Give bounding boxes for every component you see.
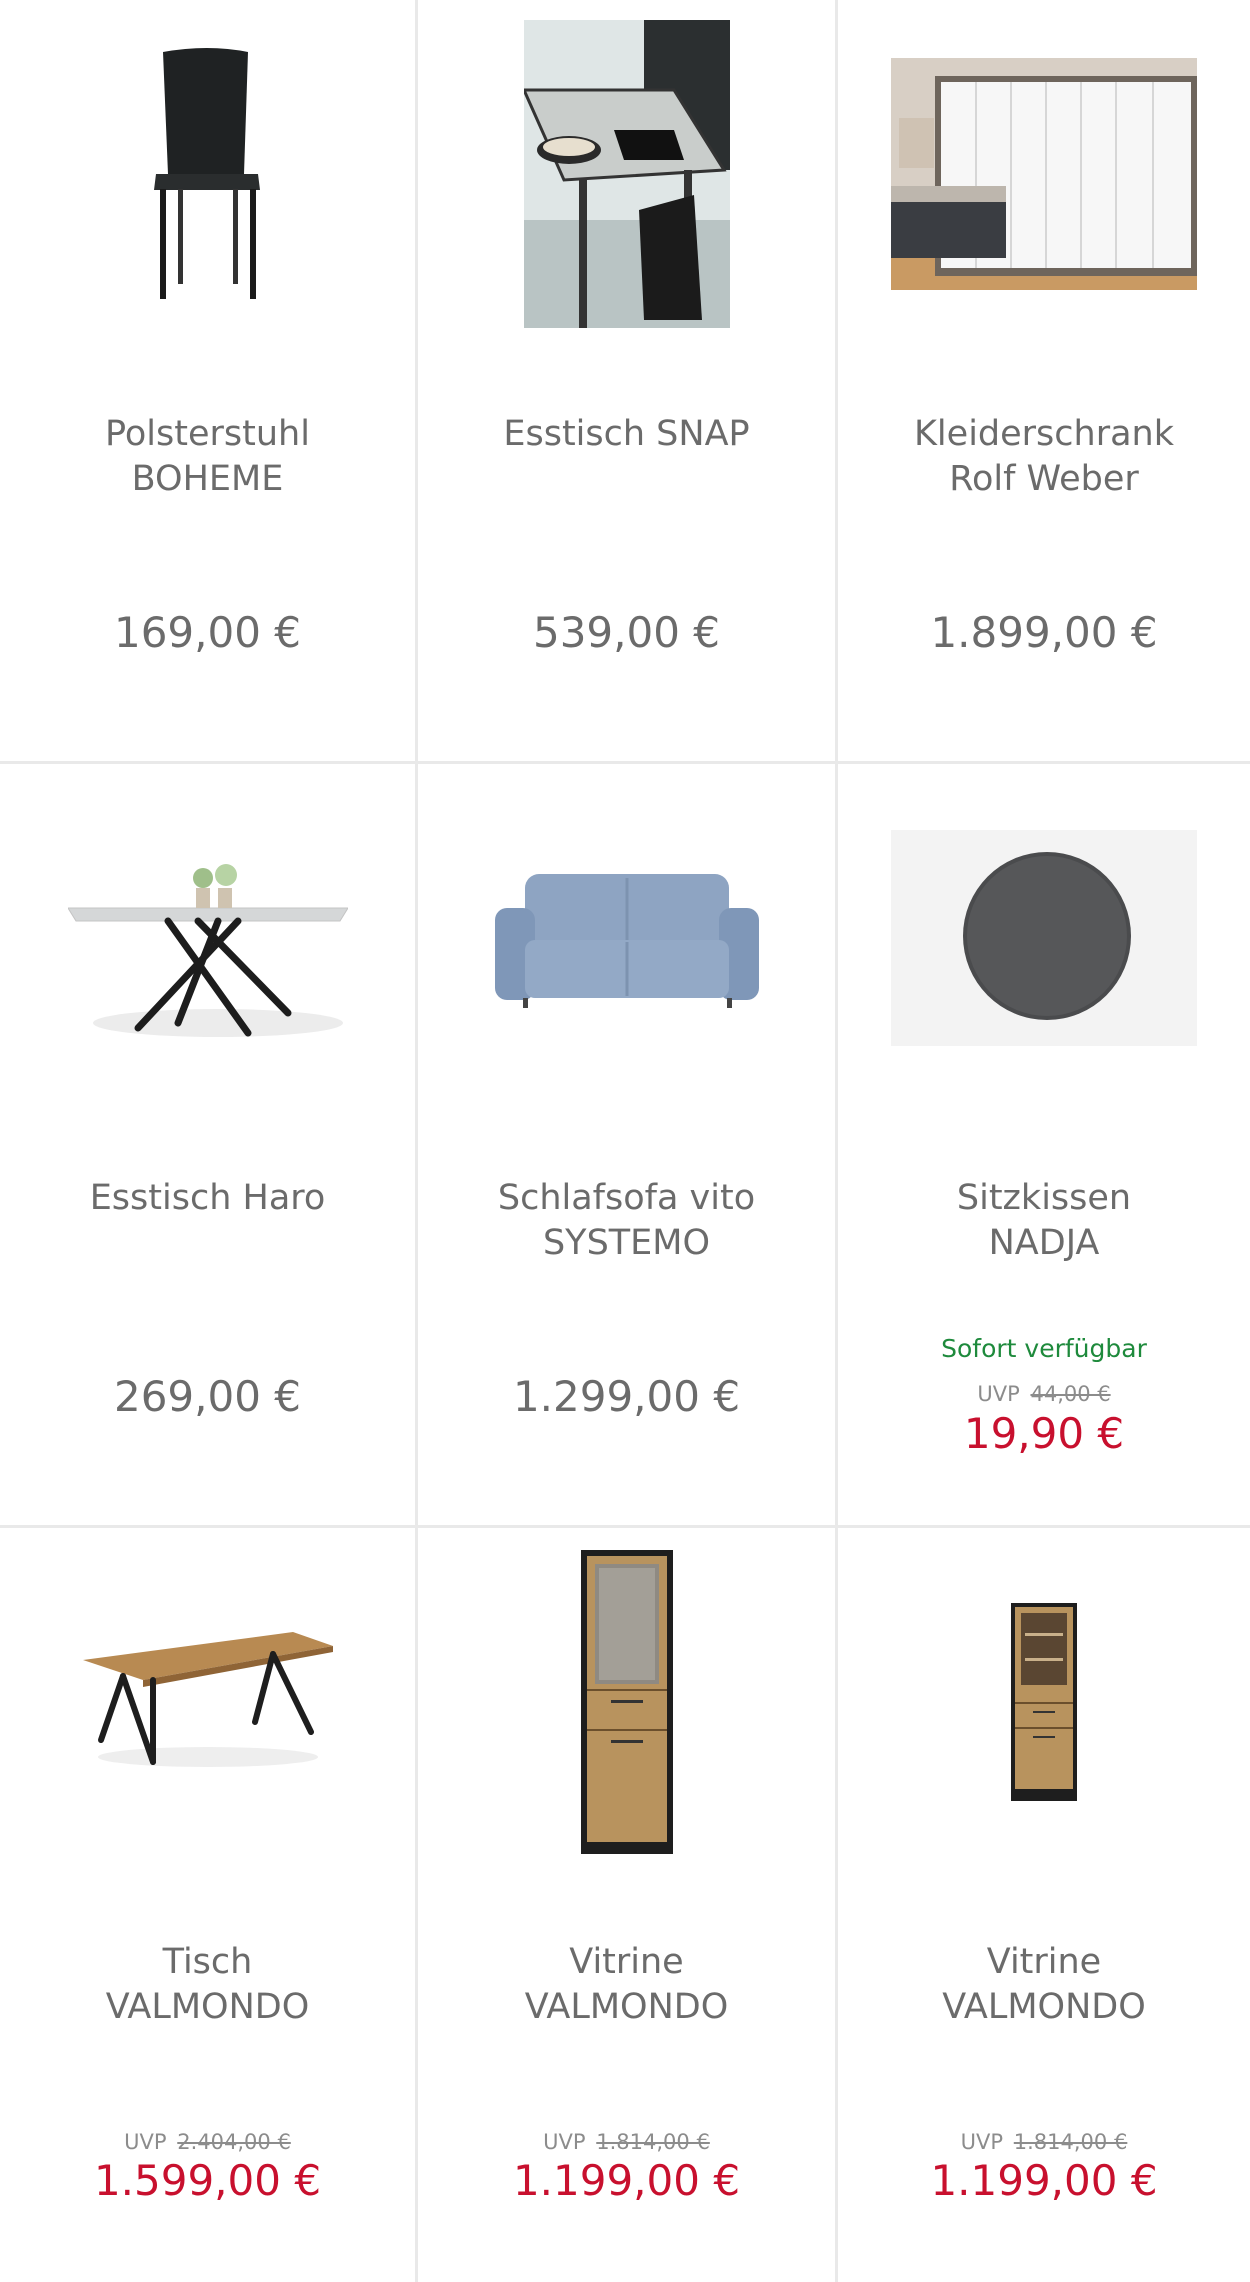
product-price: 169,00 € (113, 608, 302, 657)
product-card[interactable]: Tisch VALMONDO UVP 2.404,00 € 1.599,00 € (0, 1528, 418, 2282)
uvp-price: 2.404,00 € (177, 2130, 291, 2154)
product-image[interactable] (0, 14, 415, 334)
product-card[interactable]: Esstisch SNAP 539,00 € (418, 0, 838, 764)
product-price: 1.899,00 € (930, 608, 1158, 657)
product-name[interactable]: Schlafsofa vito SYSTEMO (418, 1176, 835, 1266)
uvp-price: 1.814,00 € (1013, 2130, 1128, 2154)
product-image[interactable] (418, 1542, 835, 1862)
wardrobe-icon (891, 58, 1197, 290)
seat-cushion-icon (891, 830, 1197, 1046)
product-name[interactable]: Vitrine VALMONDO (838, 1940, 1250, 2030)
product-image[interactable] (418, 778, 835, 1098)
product-card[interactable]: Sitzkissen NADJA Sofort verfügbar UVP 44… (838, 764, 1250, 1528)
uvp-line: UVP 1.814,00 € (418, 2130, 835, 2154)
uvp-label: UVP (960, 2130, 1004, 2154)
product-price: 269,00 € (113, 1372, 302, 1421)
sofa-icon (494, 874, 759, 1008)
uvp-label: UVP (543, 2130, 586, 2154)
table-icon (67, 864, 348, 1037)
product-image[interactable] (0, 778, 415, 1098)
product-name[interactable]: Esstisch SNAP (418, 412, 835, 457)
chair-icon (153, 48, 260, 299)
product-name[interactable]: Kleiderschrank Rolf Weber (838, 412, 1250, 502)
product-name[interactable]: Polsterstuhl BOHEME (0, 412, 415, 502)
uvp-line: UVP 1.814,00 € (838, 2130, 1250, 2154)
uvp-price: 1.814,00 € (596, 2130, 710, 2154)
uvp-line: UVP 2.404,00 € (0, 2130, 415, 2154)
product-name[interactable]: Esstisch Haro (0, 1176, 415, 1221)
product-card[interactable]: Kleiderschrank Rolf Weber 1.899,00 € (838, 0, 1250, 764)
availability-label: Sofort verfügbar (941, 1334, 1147, 1363)
product-card[interactable]: Vitrine VALMONDO UVP 1.814,00 € 1.199,00… (838, 1528, 1250, 2282)
product-image[interactable] (838, 14, 1250, 334)
product-image[interactable] (418, 14, 835, 334)
vitrine-icon (580, 1550, 673, 1854)
product-card[interactable]: Esstisch Haro 269,00 € (0, 764, 418, 1528)
sale-price: 1.199,00 € (512, 2156, 741, 2205)
product-name[interactable]: Tisch VALMONDO (0, 1940, 415, 2030)
uvp-label: UVP (124, 2130, 167, 2154)
uvp-price: 44,00 € (1030, 1382, 1111, 1406)
product-image[interactable] (838, 1542, 1250, 1862)
product-grid: Polsterstuhl BOHEME 169,00 € Esstisch SN… (0, 0, 1250, 2282)
product-price: 1.299,00 € (512, 1372, 741, 1421)
product-card[interactable]: Schlafsofa vito SYSTEMO 1.299,00 € (418, 764, 838, 1528)
product-price: 539,00 € (532, 608, 721, 657)
product-name[interactable]: Sitzkissen NADJA (838, 1176, 1250, 1266)
product-card[interactable]: Vitrine VALMONDO UVP 1.814,00 € 1.199,00… (418, 1528, 838, 2282)
sale-price: 19,90 € (963, 1409, 1125, 1458)
product-name[interactable]: Vitrine VALMONDO (418, 1940, 835, 2030)
sale-price: 1.599,00 € (93, 2156, 322, 2205)
product-image[interactable] (838, 778, 1250, 1098)
product-card[interactable]: Polsterstuhl BOHEME 169,00 € (0, 0, 418, 764)
product-image[interactable] (0, 1542, 415, 1862)
oak-table-icon (82, 1632, 333, 1767)
dining-table-icon (523, 20, 730, 328)
sale-price: 1.199,00 € (930, 2156, 1158, 2205)
uvp-line: UVP 44,00 € (838, 1382, 1250, 1406)
vitrine-small-icon (1011, 1603, 1077, 1801)
uvp-label: UVP (977, 1382, 1020, 1406)
